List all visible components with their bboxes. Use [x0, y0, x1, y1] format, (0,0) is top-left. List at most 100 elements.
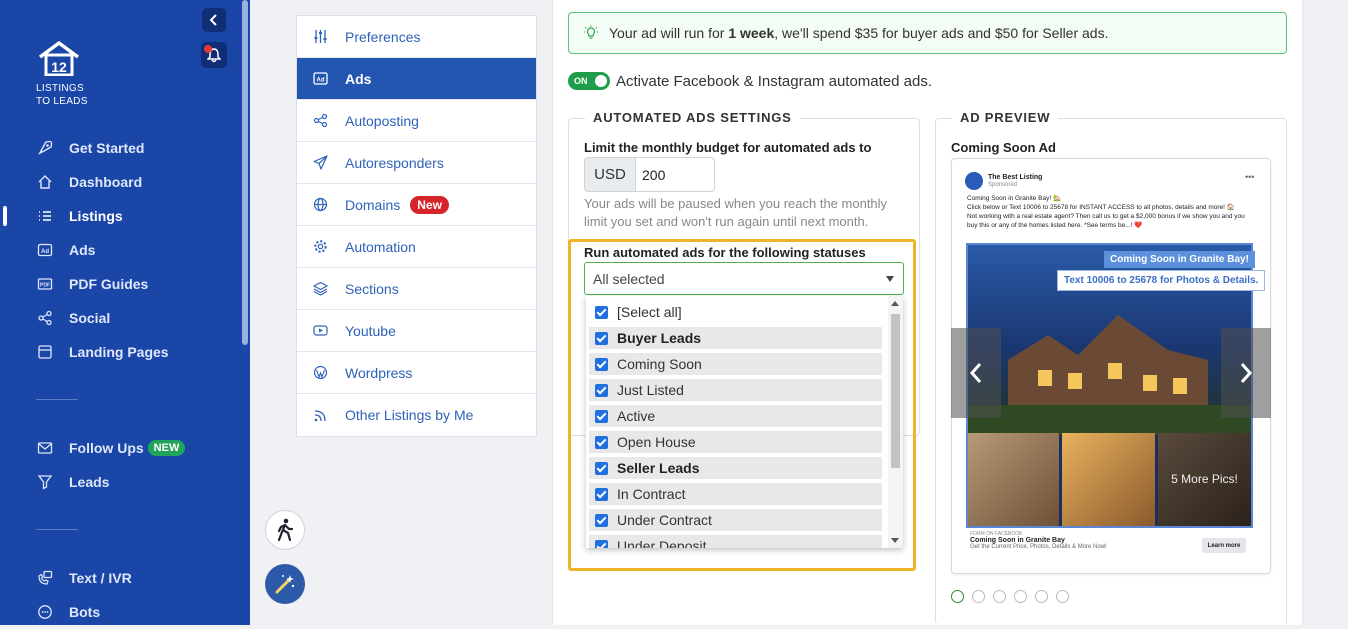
sidebar-item-label: Dashboard: [69, 174, 143, 190]
info-duration: 1 week: [728, 25, 775, 41]
ad-run-info-alert: Your ad will run for 1 week, we'll spend…: [568, 12, 1287, 54]
mail-icon: [37, 442, 53, 454]
sidebar-item-social[interactable]: Social: [0, 301, 250, 335]
sidebar-item-follow-ups[interactable]: Follow Ups NEW: [0, 431, 250, 465]
submenu-item-label: Autoposting: [345, 112, 419, 129]
sidebar-item-bots[interactable]: Bots: [0, 595, 250, 629]
carousel-dot[interactable]: [1014, 590, 1027, 603]
option-group-buyer-leads[interactable]: Buyer Leads: [589, 327, 882, 349]
option-label: Under Contract: [617, 512, 712, 528]
checkbox-checked[interactable]: [595, 331, 608, 345]
checkbox-checked[interactable]: [595, 461, 608, 475]
option-active[interactable]: Active: [589, 405, 882, 427]
carousel-dot[interactable]: [993, 590, 1006, 603]
submenu-item-other-listings[interactable]: Other Listings by Me: [297, 394, 536, 436]
sidebar-item-label: Social: [69, 310, 111, 326]
post-text-line2: Click below or Text 10006 to 25678 for I…: [967, 204, 1235, 211]
submenu-item-preferences[interactable]: Preferences: [297, 16, 536, 58]
checkbox-checked[interactable]: [595, 357, 608, 371]
sidebar-item-label: Landing Pages: [69, 344, 169, 360]
sidebar-item-leads[interactable]: Leads: [0, 465, 250, 499]
submenu-item-automation[interactable]: Automation: [297, 226, 536, 268]
checkbox-checked[interactable]: [595, 383, 608, 397]
new-badge: New: [410, 195, 449, 214]
sidebar-item-ads[interactable]: Ad Ads: [0, 233, 250, 267]
collapse-sidebar-button[interactable]: [202, 8, 226, 32]
info-text-suffix: , we'll spend $35 for buyer ads and $50 …: [774, 25, 1109, 41]
sidebar-item-label: Bots: [69, 604, 101, 620]
budget-input[interactable]: [635, 157, 715, 192]
notifications-button[interactable]: [201, 42, 227, 68]
scroll-thumb[interactable]: [891, 314, 900, 468]
more-pics-label: 5 More Pics!: [1171, 472, 1238, 486]
info-text-prefix: Your ad will run for: [609, 25, 729, 41]
sidebar-item-dashboard[interactable]: Dashboard: [0, 165, 250, 199]
app-logo[interactable]: 12 LISTINGS TO LEADS: [36, 40, 96, 107]
sidebar-item-label: Get Started: [69, 140, 145, 156]
option-group-seller-leads[interactable]: Seller Leads: [589, 457, 882, 479]
budget-input-group: USD: [584, 157, 715, 192]
checkbox-checked[interactable]: [595, 513, 608, 527]
option-select-all[interactable]: [Select all]: [589, 301, 882, 323]
option-coming-soon[interactable]: Coming Soon: [589, 353, 882, 375]
carousel-next-button[interactable]: [1221, 328, 1271, 418]
post-text-line1: Coming Soon in Granite Bay! 🏡: [967, 195, 1062, 202]
submenu-item-ads[interactable]: Ad Ads: [297, 58, 536, 100]
option-under-contract[interactable]: Under Contract: [589, 509, 882, 531]
svg-text:PDF: PDF: [40, 283, 50, 289]
checkbox-checked[interactable]: [595, 539, 608, 548]
accessibility-button[interactable]: [265, 510, 305, 550]
sidebar-item-get-started[interactable]: Get Started: [0, 131, 250, 165]
carousel-dot[interactable]: [972, 590, 985, 603]
submenu-item-youtube[interactable]: Youtube: [297, 310, 536, 352]
sidebar-item-label: Leads: [69, 474, 110, 490]
carousel-dot[interactable]: [1035, 590, 1048, 603]
checkbox-checked[interactable]: [595, 305, 608, 319]
chevron-right-icon: [1240, 363, 1253, 383]
magic-wand-button[interactable]: [265, 564, 305, 604]
submenu-item-autoresponders[interactable]: Autoresponders: [297, 142, 536, 184]
phone-message-icon: [38, 570, 53, 585]
page-icon: [38, 345, 52, 359]
new-badge: NEW: [147, 440, 186, 456]
dropdown-scrollbar[interactable]: [888, 296, 903, 548]
checkbox-checked[interactable]: [595, 487, 608, 501]
sliders-icon: [314, 30, 327, 43]
logo-number: 12: [51, 59, 67, 75]
sidebar-item-landing-pages[interactable]: Landing Pages: [0, 335, 250, 369]
submenu-item-wordpress[interactable]: Wordpress: [297, 352, 536, 394]
carousel-indicators: [951, 590, 1077, 603]
automated-ads-toggle[interactable]: ON: [568, 72, 610, 90]
sidebar-item-text-ivr[interactable]: Text / IVR: [0, 561, 250, 595]
option-in-contract[interactable]: In Contract: [589, 483, 882, 505]
sidebar-item-listings[interactable]: Listings: [0, 199, 250, 233]
interior-photo-2: [1062, 433, 1155, 526]
submenu-item-autoposting[interactable]: Autoposting: [297, 100, 536, 142]
submenu-item-domains[interactable]: Domains New: [297, 184, 536, 226]
carousel-prev-button[interactable]: [951, 328, 1001, 418]
checkbox-checked[interactable]: [595, 435, 608, 449]
option-open-house[interactable]: Open House: [589, 431, 882, 453]
checkbox-checked[interactable]: [595, 409, 608, 423]
learn-more-button[interactable]: Learn more: [1202, 538, 1246, 553]
carousel-dot[interactable]: [951, 590, 964, 603]
statuses-select[interactable]: All selected: [584, 262, 904, 295]
magic-wand-icon: [275, 575, 295, 594]
currency-addon: USD: [584, 157, 635, 192]
preview-title: Coming Soon Ad: [951, 140, 1056, 155]
submenu-item-sections[interactable]: Sections: [297, 268, 536, 310]
carousel-dot[interactable]: [1056, 590, 1069, 603]
submenu-item-label: Youtube: [345, 322, 396, 339]
house-lawn: [968, 405, 1251, 435]
toggle-label: Activate Facebook & Instagram automated …: [616, 72, 933, 90]
sidebar-divider: [36, 529, 78, 530]
scroll-down-icon[interactable]: [891, 538, 899, 543]
caret-down-icon: [886, 276, 894, 282]
option-just-listed[interactable]: Just Listed: [589, 379, 882, 401]
option-under-deposit[interactable]: Under Deposit: [589, 535, 882, 548]
layers-icon: [313, 281, 328, 296]
scroll-up-icon[interactable]: [891, 301, 899, 306]
house-window: [1038, 370, 1052, 386]
sidebar-item-pdf-guides[interactable]: PDF PDF Guides: [0, 267, 250, 301]
house-window: [1143, 375, 1157, 391]
